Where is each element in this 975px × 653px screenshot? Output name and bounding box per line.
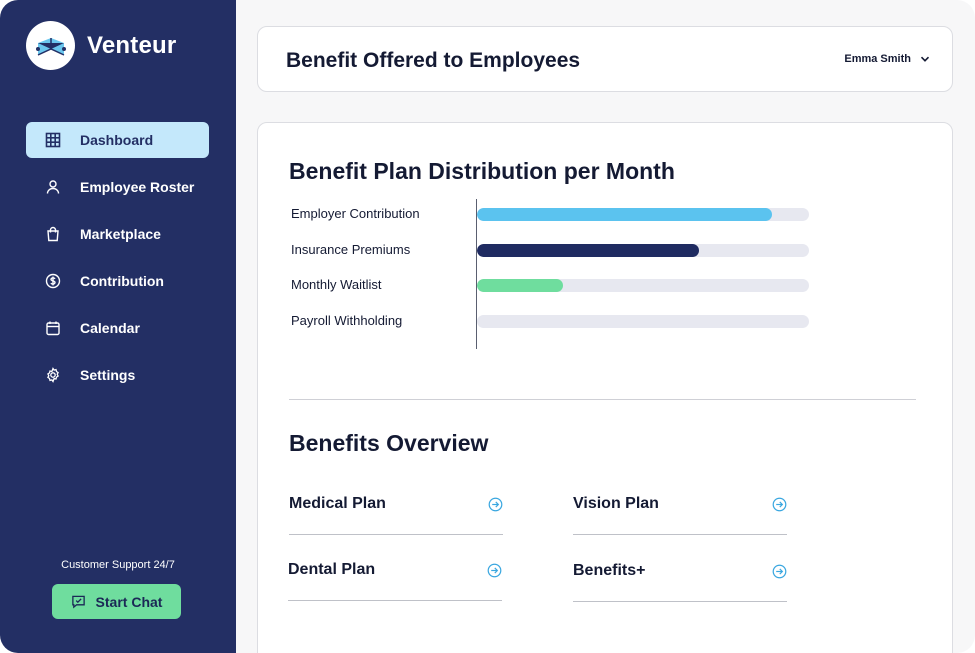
sidebar-item-calendar[interactable]: Calendar bbox=[26, 310, 209, 346]
sidebar-item-dashboard[interactable]: Dashboard bbox=[26, 122, 209, 158]
plan-label: Benefits+ bbox=[573, 562, 646, 579]
user-menu[interactable]: Emma Smith bbox=[844, 53, 930, 65]
sidebar-item-label: Calendar bbox=[80, 320, 140, 336]
arrow-right-circle-icon bbox=[772, 497, 787, 512]
bar-label: Insurance Premiums bbox=[291, 241, 411, 257]
sidebar-item-label: Employee Roster bbox=[80, 179, 195, 195]
start-chat-label: Start Chat bbox=[95, 593, 163, 610]
brand-logo[interactable]: Venteur bbox=[26, 21, 176, 70]
bar bbox=[477, 208, 773, 221]
sidebar-item-contribution[interactable]: Contribution bbox=[26, 263, 209, 299]
overview-section-title: Benefits Overview bbox=[289, 430, 489, 456]
bar bbox=[477, 243, 700, 257]
sidebar: Venteur Dashboard Employee Roster Market… bbox=[0, 0, 236, 653]
arrow-right-circle-icon bbox=[487, 563, 502, 578]
plan-label: Dental Plan bbox=[288, 561, 376, 578]
dental-plan-link[interactable]: Dental Plan bbox=[288, 561, 502, 601]
dollar-circle-icon bbox=[44, 272, 62, 290]
plan-label: Medical Plan bbox=[289, 495, 386, 512]
arrow-right-circle-icon bbox=[488, 497, 503, 512]
vision-plan-link[interactable]: Vision Plan bbox=[573, 495, 787, 535]
app-frame: Venteur Dashboard Employee Roster Market… bbox=[0, 0, 975, 653]
sidebar-item-settings[interactable]: Settings bbox=[26, 357, 209, 393]
sidebar-nav: Dashboard Employee Roster Marketplace Co… bbox=[26, 122, 209, 404]
brand-name: Venteur bbox=[87, 31, 177, 59]
sidebar-item-marketplace[interactable]: Marketplace bbox=[26, 216, 209, 252]
chevron-down-icon bbox=[920, 56, 930, 62]
sidebar-item-label: Dashboard bbox=[80, 132, 154, 148]
sidebar-item-label: Settings bbox=[80, 367, 136, 383]
sidebar-item-label: Contribution bbox=[80, 273, 164, 289]
shopping-bag-icon bbox=[44, 225, 62, 243]
benefit-distribution-chart: Employer Contribution Insurance Premiums M… bbox=[258, 123, 954, 363]
bar-track bbox=[477, 279, 809, 292]
benefits-plus-link[interactable]: Benefits+ bbox=[573, 562, 787, 602]
user-icon bbox=[44, 178, 62, 196]
bar-label: Employer Contribution bbox=[291, 206, 420, 221]
gear-icon bbox=[44, 366, 62, 384]
bar-track bbox=[477, 243, 809, 257]
bar-track bbox=[477, 208, 809, 221]
user-name: Emma Smith bbox=[844, 53, 911, 65]
sidebar-item-employee-roster[interactable]: Employee Roster bbox=[26, 169, 209, 205]
chart-axis bbox=[476, 199, 477, 349]
main-card: Benefit Plan Distribution per Month Empl… bbox=[257, 122, 953, 653]
chat-icon bbox=[71, 595, 85, 609]
bar-track bbox=[477, 314, 809, 328]
start-chat-button[interactable]: Start Chat bbox=[52, 584, 181, 619]
header-card: Benefit Offered to Employees Emma Smith bbox=[257, 26, 953, 92]
venteur-logo-icon bbox=[26, 21, 75, 70]
medical-plan-link[interactable]: Medical Plan bbox=[289, 495, 503, 535]
section-divider bbox=[289, 399, 916, 400]
grid-icon bbox=[44, 131, 62, 149]
bar bbox=[477, 279, 564, 292]
arrow-right-circle-icon bbox=[772, 564, 787, 579]
bar-label: Monthly Waitlist bbox=[291, 277, 382, 292]
sidebar-item-label: Marketplace bbox=[80, 226, 161, 242]
bar-label: Payroll Withholding bbox=[291, 312, 403, 328]
calendar-icon bbox=[44, 319, 62, 337]
customer-support-text: Customer Support 24/7 bbox=[61, 559, 175, 571]
page-title: Benefit Offered to Employees bbox=[286, 49, 581, 72]
plan-label: Vision Plan bbox=[573, 495, 659, 512]
